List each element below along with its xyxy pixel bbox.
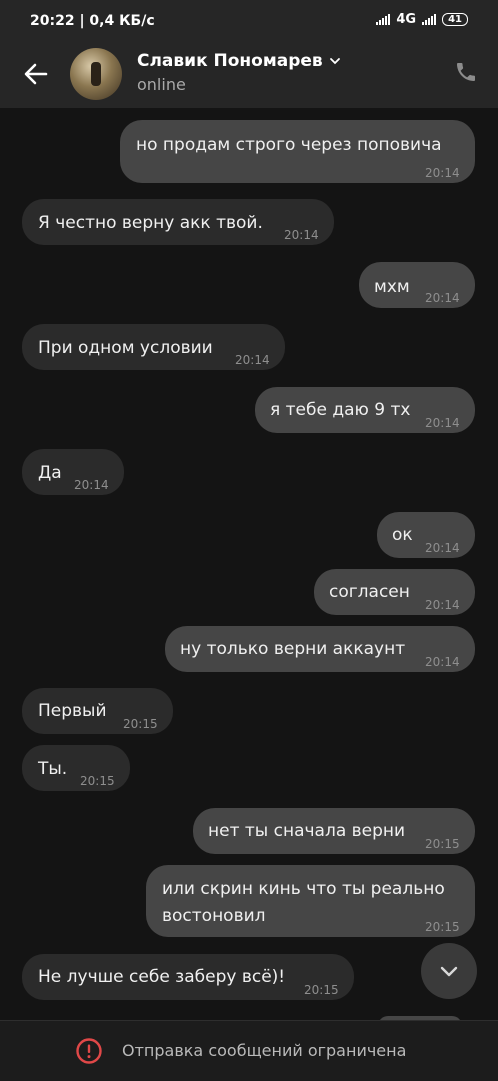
chat-header: Славик Пономарев online	[0, 42, 498, 108]
phone-icon[interactable]	[454, 60, 478, 84]
back-arrow-icon[interactable]	[22, 60, 50, 88]
message-text: я тебе даю 9 тх	[270, 400, 411, 420]
message-bubble-out[interactable]: или скрин кинь что ты реально востоновил…	[146, 865, 475, 937]
message-time: 20:15	[80, 774, 115, 788]
status-bar: 20:22 | 0,4 КБ/с 4G 41	[0, 0, 498, 42]
message-bubble-in[interactable]: При одном условии 20:14	[22, 324, 285, 370]
network-type: 4G	[396, 12, 417, 27]
message-bubble-out[interactable]: ну только верни аккаунт 20:14	[165, 626, 475, 672]
message-time: 20:14	[74, 478, 109, 492]
message-text: мхм	[374, 277, 410, 297]
message-text: ну только верни аккаунт	[180, 639, 406, 659]
message-time: 20:14	[425, 541, 460, 555]
message-bubble-in[interactable]: Да 20:14	[22, 449, 124, 495]
chevron-down-icon	[329, 58, 340, 65]
message-time: 20:14	[235, 353, 270, 367]
message-bubble-in[interactable]: Первый 20:15	[22, 688, 173, 734]
message-time: 20:14	[425, 291, 460, 305]
status-indicators: 4G 41	[376, 12, 468, 27]
message-time: 20:14	[425, 416, 460, 430]
message-text: нет ты сначала верни	[208, 821, 406, 841]
message-bubble-in[interactable]: Не лучше себе заберу всё)! 20:15	[22, 954, 354, 1000]
message-text: ок	[392, 525, 413, 545]
composer-restricted-bar: Отправка сообщений ограничена	[0, 1020, 498, 1081]
message-bubble-out[interactable]: согласен 20:14	[314, 569, 475, 615]
scroll-down-button[interactable]	[421, 943, 477, 999]
restriction-text: Отправка сообщений ограничена	[122, 1041, 407, 1060]
message-time: 20:15	[123, 717, 158, 731]
signal-icon-2	[422, 14, 437, 25]
message-bubble-out[interactable]: я тебе даю 9 тх 20:14	[255, 387, 475, 433]
avatar[interactable]	[70, 48, 122, 100]
contact-name-text: Славик Пономарев	[137, 51, 323, 71]
message-time: 20:15	[425, 920, 460, 934]
message-text: Не лучше себе заберу всё)!	[38, 967, 286, 987]
chevron-down-icon	[440, 966, 458, 977]
message-text: Первый	[38, 701, 107, 721]
message-time: 20:14	[425, 598, 460, 612]
battery-icon: 41	[442, 13, 468, 26]
signal-icon	[376, 14, 391, 25]
message-text: Я честно верну акк твой.	[38, 213, 263, 233]
message-time: 20:14	[425, 166, 460, 180]
message-time: 20:14	[425, 655, 460, 669]
message-bubble-out[interactable]: но продам строго через поповича 20:14	[120, 120, 475, 183]
message-text: Ты.	[38, 759, 68, 779]
message-time: 20:14	[284, 228, 319, 242]
message-bubble-out[interactable]: ок 20:14	[377, 512, 475, 558]
message-text: Да	[38, 463, 62, 483]
message-time: 20:15	[425, 837, 460, 851]
contact-name[interactable]: Славик Пономарев	[137, 51, 341, 71]
status-time: 20:22 | 0,4 КБ/с	[30, 13, 155, 29]
contact-status: online	[137, 75, 186, 94]
message-bubble-in[interactable]: Ты. 20:15	[22, 745, 130, 791]
message-bubble-out[interactable]: нет ты сначала верни 20:15	[193, 808, 475, 854]
message-bubble-in[interactable]: Я честно верну акк твой. 20:14	[22, 199, 334, 245]
message-text: или скрин кинь что ты реально востоновил	[162, 879, 445, 926]
message-text: но продам строго через поповича	[136, 135, 442, 155]
message-text: При одном условии	[38, 338, 213, 358]
message-bubble-out[interactable]: мхм 20:14	[359, 262, 475, 308]
warning-circle-icon	[76, 1038, 102, 1064]
message-time: 20:15	[304, 983, 339, 997]
message-text: согласен	[329, 582, 410, 602]
